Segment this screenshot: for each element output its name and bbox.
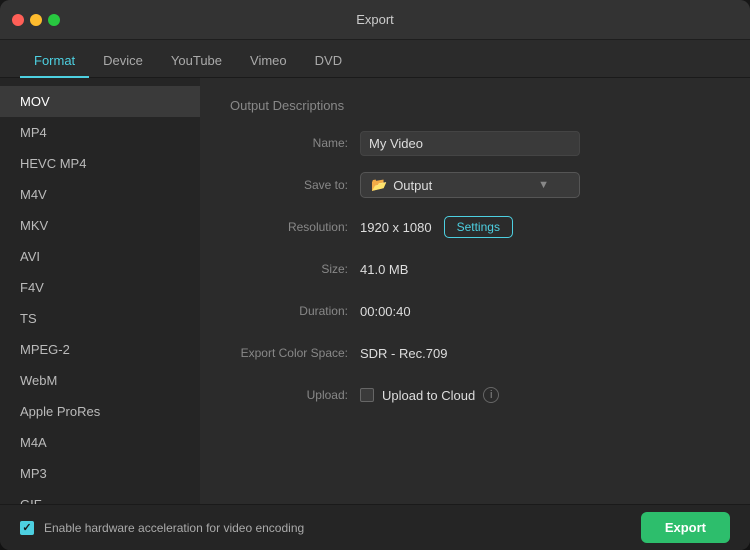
- sidebar-item-avi[interactable]: AVI: [0, 241, 200, 272]
- bottom-bar: ✓ Enable hardware acceleration for video…: [0, 504, 750, 550]
- sidebar-item-f4v[interactable]: F4V: [0, 272, 200, 303]
- export-button[interactable]: Export: [641, 512, 730, 543]
- size-row: Size: 41.0 MB: [230, 255, 720, 283]
- right-panel: Output Descriptions Name: Save to: 📂 Out…: [200, 78, 750, 504]
- sidebar-item-mp4[interactable]: MP4: [0, 117, 200, 148]
- upload-cloud-checkbox[interactable]: [360, 388, 374, 402]
- name-label: Name:: [230, 136, 360, 150]
- sidebar-item-ts[interactable]: TS: [0, 303, 200, 334]
- tab-device[interactable]: Device: [89, 45, 157, 78]
- resolution-value: 1920 x 1080: [360, 220, 432, 235]
- save-to-select[interactable]: 📂 Output ▼: [360, 172, 580, 198]
- window-title: Export: [356, 12, 394, 27]
- duration-value: 00:00:40: [360, 304, 720, 319]
- section-title: Output Descriptions: [230, 98, 720, 113]
- export-window: Export Format Device YouTube Vimeo DVD M…: [0, 0, 750, 550]
- sidebar-item-mov[interactable]: MOV: [0, 86, 200, 117]
- color-space-label: Export Color Space:: [230, 346, 360, 360]
- name-row: Name:: [230, 129, 720, 157]
- sidebar-item-gif[interactable]: GIF: [0, 489, 200, 504]
- name-input[interactable]: [360, 131, 580, 156]
- sidebar-item-mpeg2[interactable]: MPEG-2: [0, 334, 200, 365]
- tab-bar: Format Device YouTube Vimeo DVD: [0, 40, 750, 78]
- color-space-value: SDR - Rec.709: [360, 346, 720, 361]
- tab-dvd[interactable]: DVD: [301, 45, 356, 78]
- info-icon[interactable]: i: [483, 387, 499, 403]
- settings-button[interactable]: Settings: [444, 216, 513, 238]
- tab-youtube[interactable]: YouTube: [157, 45, 236, 78]
- sidebar-item-m4a[interactable]: M4A: [0, 427, 200, 458]
- sidebar-item-apple-prores[interactable]: Apple ProRes: [0, 396, 200, 427]
- form-rows: Name: Save to: 📂 Output ▼: [230, 129, 720, 484]
- sidebar-item-m4v[interactable]: M4V: [0, 179, 200, 210]
- color-space-row: Export Color Space: SDR - Rec.709: [230, 339, 720, 367]
- hw-accel-label: Enable hardware acceleration for video e…: [44, 521, 631, 535]
- window-controls: [12, 14, 60, 26]
- folder-icon: 📂: [371, 177, 387, 193]
- save-to-row: Save to: 📂 Output ▼: [230, 171, 720, 199]
- sidebar-item-mp3[interactable]: MP3: [0, 458, 200, 489]
- sidebar-item-hevc-mp4[interactable]: HEVC MP4: [0, 148, 200, 179]
- title-bar: Export: [0, 0, 750, 40]
- close-button[interactable]: [12, 14, 24, 26]
- size-label: Size:: [230, 262, 360, 276]
- resolution-label: Resolution:: [230, 220, 360, 234]
- duration-row: Duration: 00:00:40: [230, 297, 720, 325]
- minimize-button[interactable]: [30, 14, 42, 26]
- save-to-label: Save to:: [230, 178, 360, 192]
- upload-cloud-label: Upload to Cloud: [382, 388, 475, 403]
- tab-format[interactable]: Format: [20, 45, 89, 78]
- save-to-inner: 📂 Output: [371, 177, 432, 193]
- upload-label: Upload:: [230, 388, 360, 402]
- tab-vimeo[interactable]: Vimeo: [236, 45, 301, 78]
- resolution-content: 1920 x 1080 Settings: [360, 216, 513, 238]
- resolution-row: Resolution: 1920 x 1080 Settings: [230, 213, 720, 241]
- sidebar-item-mkv[interactable]: MKV: [0, 210, 200, 241]
- upload-row: Upload: Upload to Cloud i: [230, 381, 720, 409]
- upload-content: Upload to Cloud i: [360, 387, 499, 403]
- save-to-value: Output: [393, 178, 432, 193]
- main-content: MOV MP4 HEVC MP4 M4V MKV AVI F4V TS MPEG…: [0, 78, 750, 504]
- hw-accel-checkbox[interactable]: ✓: [20, 521, 34, 535]
- format-sidebar: MOV MP4 HEVC MP4 M4V MKV AVI F4V TS MPEG…: [0, 78, 200, 504]
- sidebar-item-webm[interactable]: WebM: [0, 365, 200, 396]
- chevron-down-icon: ▼: [538, 179, 549, 191]
- checkmark-icon: ✓: [22, 521, 31, 534]
- duration-label: Duration:: [230, 304, 360, 318]
- size-value: 41.0 MB: [360, 262, 720, 277]
- maximize-button[interactable]: [48, 14, 60, 26]
